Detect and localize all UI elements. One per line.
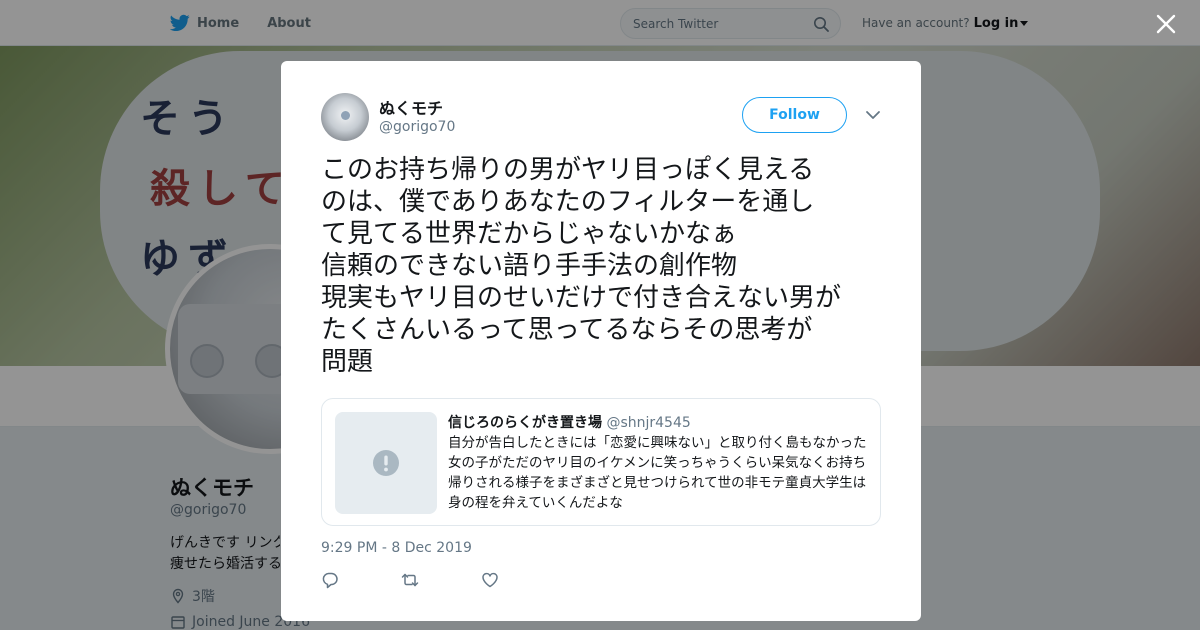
like-button[interactable] bbox=[481, 571, 561, 591]
follow-button[interactable]: Follow bbox=[742, 97, 847, 133]
quoted-tweet-header: 信じろのらくがき置き場 @shnjr4545 bbox=[448, 412, 691, 432]
close-icon[interactable] bbox=[1155, 13, 1177, 35]
author-name[interactable]: ぬくモチ bbox=[379, 95, 443, 119]
quoted-tweet-text: 自分が告白したときには「恋愛に興味ない」と取り付く島もなかった女の子がただのヤリ… bbox=[448, 435, 867, 511]
chevron-down-icon[interactable] bbox=[865, 109, 881, 121]
like-icon bbox=[482, 572, 498, 588]
tweet-actions bbox=[321, 571, 561, 591]
quoted-tweet-thumbnail bbox=[335, 412, 437, 514]
reply-icon bbox=[322, 572, 338, 589]
author-handle[interactable]: @gorigo70 bbox=[379, 119, 455, 135]
tweet-text: このお持ち帰りの男がヤリ目っぽく見える のは、僕でありあなたのフィルターを通し … bbox=[321, 155, 842, 377]
tweet-modal: ぬくモチ @gorigo70 Follow このお持ち帰りの男がヤリ目っぽく見え… bbox=[281, 61, 921, 621]
avatar-detail bbox=[341, 111, 350, 120]
quoted-tweet[interactable]: 信じろのらくがき置き場 @shnjr4545 自分が告白したときには「恋愛に興味… bbox=[321, 398, 881, 526]
author-avatar[interactable] bbox=[321, 93, 369, 141]
retweet-icon bbox=[401, 573, 419, 587]
retweet-button[interactable] bbox=[401, 571, 481, 591]
quoted-author-name: 信じろのらくがき置き場 bbox=[448, 415, 602, 431]
tweet-timestamp[interactable]: 9:29 PM - 8 Dec 2019 bbox=[321, 540, 472, 556]
unavailable-media-icon bbox=[373, 450, 399, 476]
quoted-author-handle: @shnjr4545 bbox=[606, 415, 691, 431]
reply-button[interactable] bbox=[321, 571, 401, 591]
